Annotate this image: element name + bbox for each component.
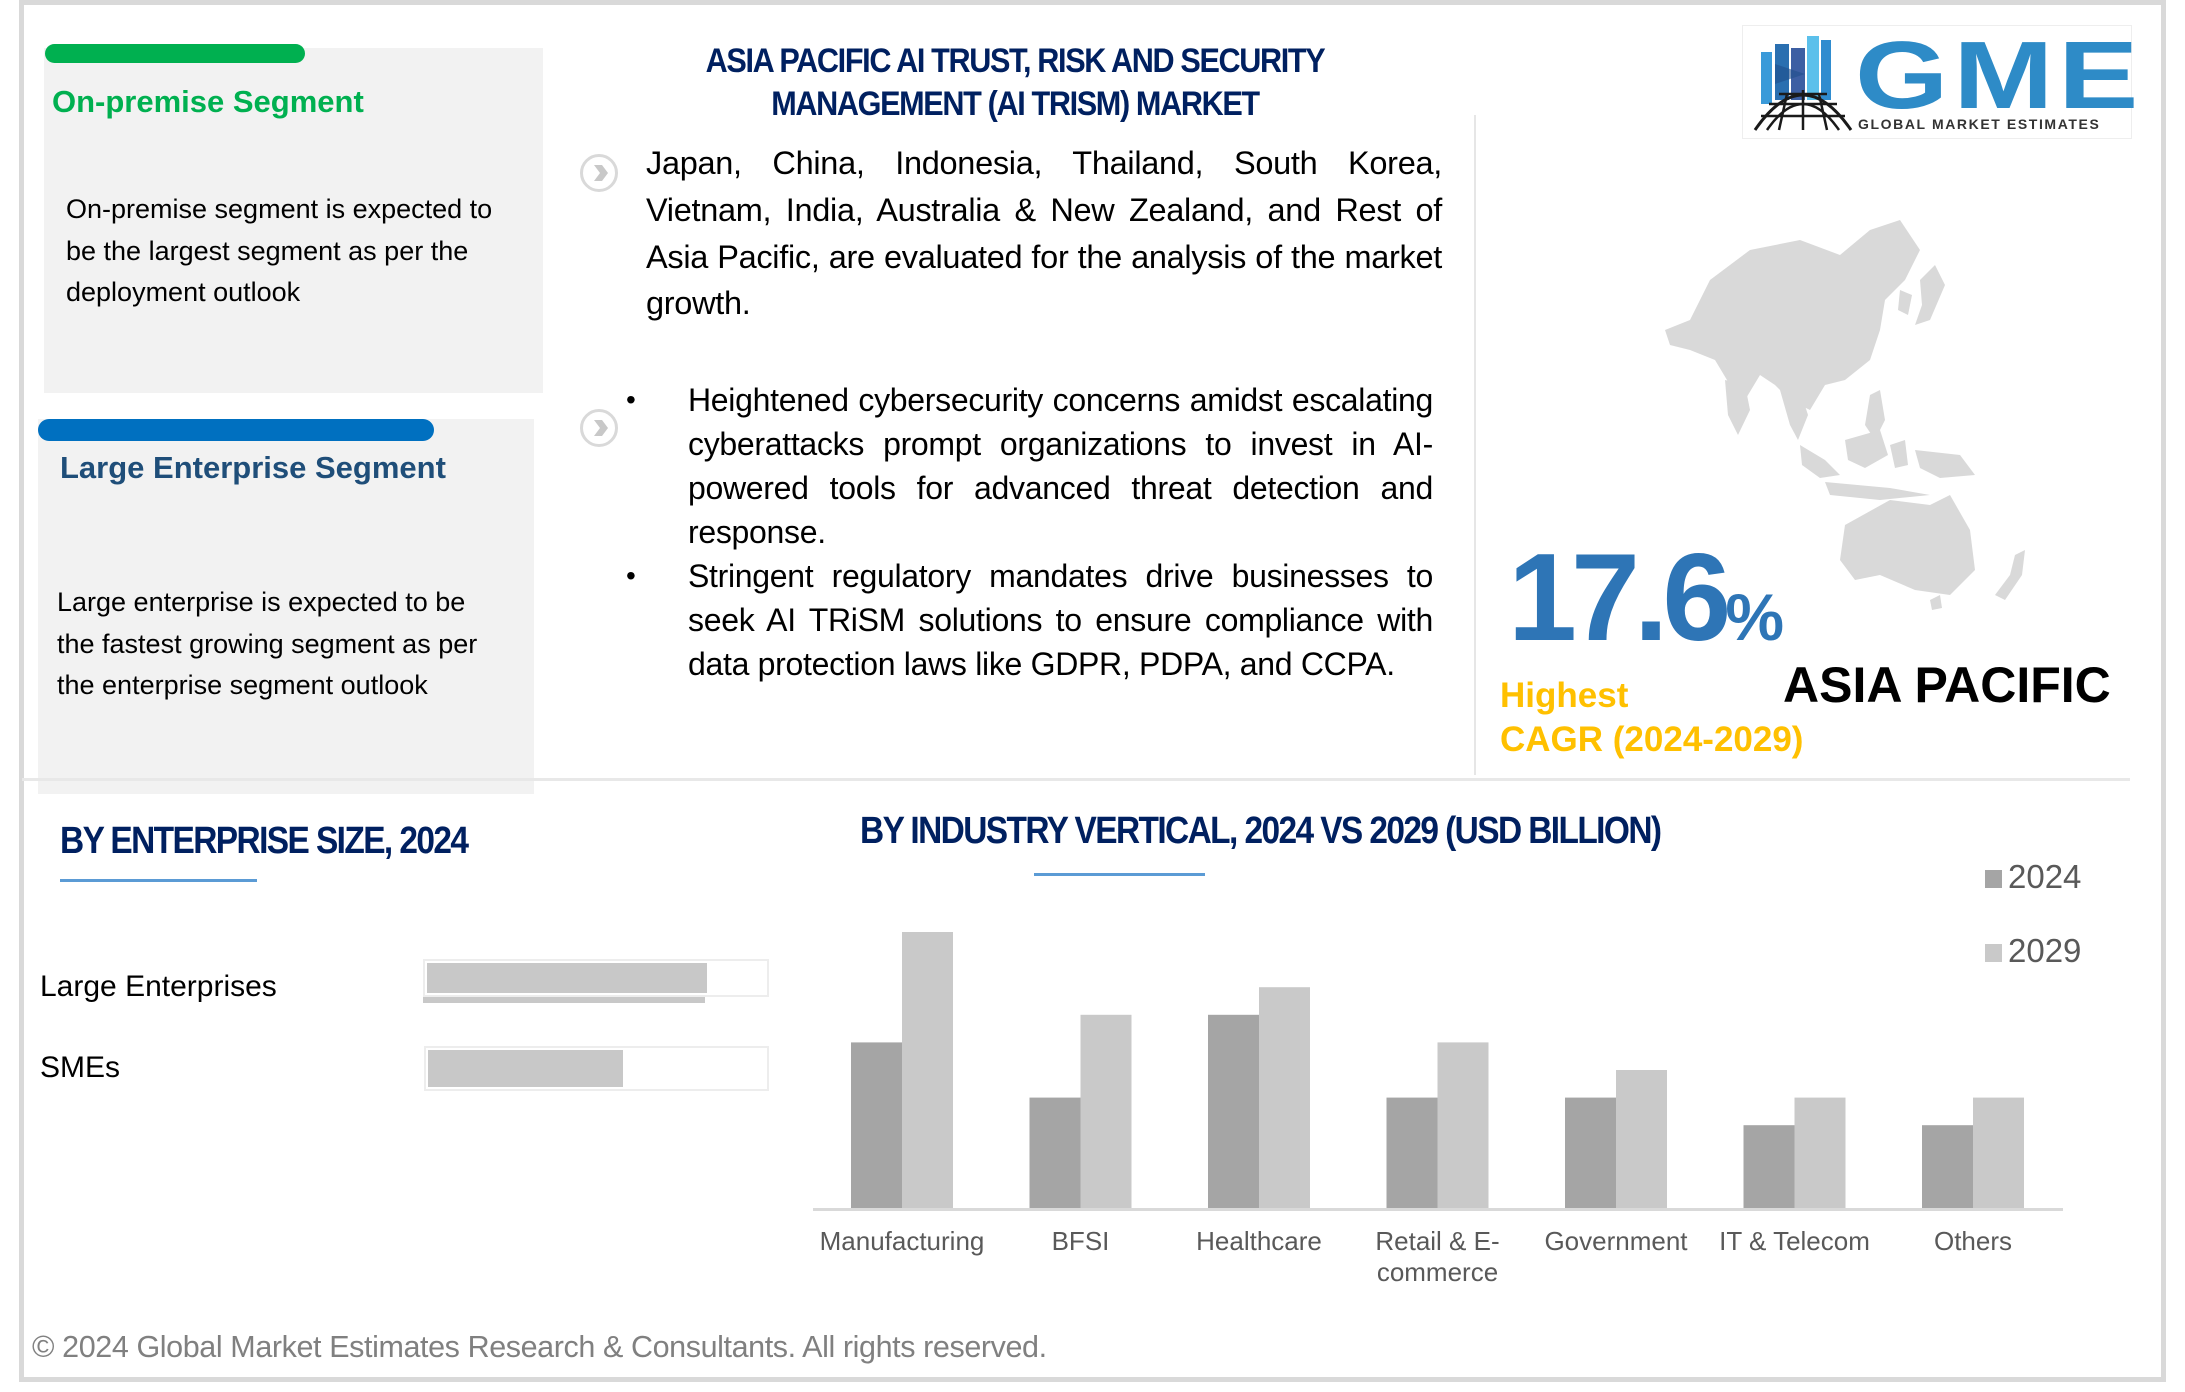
bar-2029-healthcare <box>1259 987 1310 1208</box>
enterprise-bar-label: Large Enterprises <box>40 970 277 1003</box>
x-axis-line <box>813 1208 2063 1211</box>
x-tick-label: Others <box>1934 1226 2012 1256</box>
cagr-percent-sign: % <box>1725 580 1785 654</box>
bar-2024-bfsi <box>1029 1097 1081 1208</box>
industry-vertical-chart: Manufacturing BFSI Healthcare Retail & E-co… <box>813 932 2063 1287</box>
x-tick-label: BFSI <box>1052 1226 1110 1256</box>
enterprise-bar-shadow <box>423 997 705 1003</box>
enterprise-bar-large-enterprises <box>427 963 707 993</box>
large-enterprise-description: Large enterprise is expected to be the f… <box>57 587 478 700</box>
cagr-label-line-2: CAGR (2024-2029) <box>1500 720 1804 759</box>
enterprise-bar-track <box>423 959 769 997</box>
on-premise-accent-bar <box>45 44 305 63</box>
legend-swatch-2029 <box>1985 944 2002 962</box>
x-tick-label: Manufacturing <box>820 1226 985 1256</box>
bar-2024-retail-e-commerce <box>1386 1097 1438 1208</box>
horizontal-divider <box>22 778 2130 781</box>
enterprise-bar-track <box>424 1046 769 1091</box>
enterprise-size-title: BY ENTERPRISE SIZE, 2024 <box>60 820 469 862</box>
countries-paragraph: Japan, China, Indonesia, Thailand, South… <box>646 145 1442 322</box>
page-title-line-2: MANAGEMENT (AI TRISM) MARKET <box>771 85 1260 123</box>
chevron-right-icon <box>580 154 618 192</box>
cagr-value: 17.6% <box>1508 536 1784 679</box>
legend-swatch-2024 <box>1985 870 2002 888</box>
page-title-line-1: ASIA PACIFIC AI TRUST, RISK AND SECURITY <box>705 42 1326 80</box>
bar-2024-government <box>1565 1097 1616 1208</box>
cagr-label-line-1: Highest <box>1500 676 1629 715</box>
large-enterprise-title: Large Enterprise Segment <box>60 450 446 485</box>
bar-2029-government <box>1616 1070 1667 1208</box>
enterprise-bar-smes <box>428 1050 623 1087</box>
enterprise-bar-label: SMEs <box>40 1051 121 1084</box>
gme-logo: GME GLOBAL MARKET ESTIMATES <box>1742 25 2138 139</box>
on-premise-title: On-premise Segment <box>52 84 364 119</box>
vertical-divider <box>1474 115 1476 775</box>
driver-bullet-1: Heightened cybersecurity concerns amidst… <box>688 382 1433 550</box>
bar-2024-it-telecom <box>1743 1125 1795 1208</box>
bar-2024-manufacturing <box>851 1042 902 1208</box>
globe-chart-logo-icon <box>1753 36 1853 131</box>
industry-vertical-underline <box>1034 873 1205 876</box>
enterprise-size-underline <box>60 879 257 882</box>
copyright-notice: © 2024 Global Market Estimates Research … <box>32 1330 1047 1364</box>
bullet-icon: • <box>626 384 636 415</box>
legend-label-2024: 2024 <box>2008 858 2082 895</box>
bar-2024-healthcare <box>1208 1014 1259 1208</box>
page-title: ASIA PACIFIC AI TRUST, RISK AND SECURITY… <box>642 40 1389 126</box>
x-tick-label: IT & Telecom <box>1719 1226 1870 1256</box>
chevron-right-icon <box>580 409 618 447</box>
bar-2029-manufacturing <box>902 932 953 1208</box>
x-tick-label: Healthcare <box>1196 1226 1322 1256</box>
bullet-icon: • <box>626 560 636 591</box>
bar-2029-it-telecom <box>1794 1097 1846 1208</box>
x-tick-label: Government <box>1544 1226 1688 1256</box>
region-name: ASIA PACIFIC <box>1783 657 2111 713</box>
driver-bullet-2: Stringent regulatory mandates drive busi… <box>688 558 1433 682</box>
logo-brand-text: GME <box>1855 22 2144 129</box>
industry-vertical-title: BY INDUSTRY VERTICAL, 2024 VS 2029 (USD … <box>860 810 1662 852</box>
large-enterprise-accent-bar <box>38 419 434 441</box>
x-tick-label: Retail & E-commerce <box>1375 1226 1499 1287</box>
logo-tagline: GLOBAL MARKET ESTIMATES <box>1858 116 2101 132</box>
cagr-number: 17.6 <box>1508 529 1731 667</box>
bar-2029-bfsi <box>1080 1014 1132 1208</box>
bar-2024-others <box>1922 1125 1973 1208</box>
bar-2029-retail-e-commerce <box>1437 1042 1489 1208</box>
on-premise-description: On-premise segment is expected to be the… <box>66 194 493 307</box>
legend-label-2029: 2029 <box>2008 932 2082 969</box>
bar-2029-others <box>1973 1097 2024 1208</box>
